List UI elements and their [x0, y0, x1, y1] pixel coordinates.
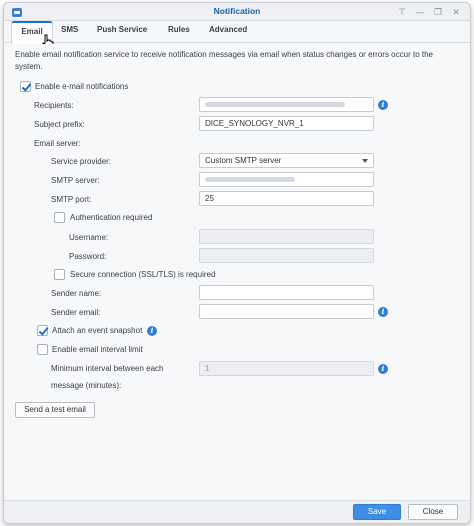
recipients-label: Recipients: [34, 101, 74, 110]
redacted-value [205, 102, 345, 107]
subject-prefix-input[interactable]: DICE_SYNOLOGY_NVR_1 [199, 116, 374, 131]
pin-icon[interactable]: ⊤ [396, 6, 408, 18]
close-icon[interactable]: ✕ [450, 6, 462, 18]
close-button[interactable]: Close [408, 504, 458, 520]
email-server-label: Email server: [34, 139, 81, 148]
username-label: Username: [69, 233, 109, 242]
sender-name-label: Sender name: [51, 289, 102, 298]
tab-advanced[interactable]: Advanced [209, 25, 247, 34]
dialog-footer: Save Close [4, 500, 470, 523]
password-input[interactable] [199, 248, 374, 263]
sender-email-input[interactable] [199, 304, 374, 319]
sender-name-input[interactable] [199, 285, 374, 300]
save-button[interactable]: Save [353, 504, 401, 520]
password-label: Password: [69, 252, 107, 261]
restore-icon[interactable]: ❐ [432, 6, 444, 18]
sender-email-label: Sender email: [51, 308, 101, 317]
interval-limit-checkbox[interactable] [37, 344, 48, 355]
auth-required-label: Authentication required [70, 213, 153, 222]
enable-email-checkbox[interactable] [20, 81, 31, 92]
description-text: Enable email notification service to rec… [15, 50, 433, 71]
min-interval-label-line1: Minimum interval between each [51, 364, 164, 373]
email-settings-panel: Enable email notification service to rec… [4, 44, 470, 502]
smtp-port-input[interactable]: 25 [199, 191, 374, 206]
tab-sms[interactable]: SMS [61, 25, 78, 34]
tab-bar: Email SMS Push Service Rules Advanced [4, 21, 470, 44]
min-interval-info-icon[interactable]: i [378, 364, 388, 374]
min-interval-label-line2: message (minutes): [51, 381, 122, 390]
tab-rules[interactable]: Rules [168, 25, 190, 34]
min-interval-input[interactable]: 1 [199, 361, 374, 376]
username-input[interactable] [199, 229, 374, 244]
notification-window: Notification ⊤ — ❐ ✕ Email SMS Push Serv… [3, 2, 471, 524]
secure-connection-label: Secure connection (SSL/TLS) is required [70, 270, 216, 279]
chevron-down-icon [362, 159, 368, 163]
attach-snapshot-checkbox[interactable] [37, 325, 48, 336]
secure-connection-checkbox[interactable] [54, 269, 65, 280]
title-bar: Notification ⊤ — ❐ ✕ [4, 3, 470, 21]
smtp-server-input[interactable] [199, 172, 374, 187]
smtp-port-label: SMTP port: [51, 195, 92, 204]
snapshot-info-icon[interactable]: i [147, 326, 157, 336]
tab-push-service[interactable]: Push Service [97, 25, 147, 34]
service-provider-value: Custom SMTP server [205, 156, 282, 165]
minimize-icon[interactable]: — [414, 6, 426, 18]
enable-email-label: Enable e-mail notifications [35, 82, 129, 91]
sender-email-info-icon[interactable]: i [378, 307, 388, 317]
service-provider-label: Service provider: [51, 157, 112, 166]
smtp-server-label: SMTP server: [51, 176, 100, 185]
recipients-input[interactable] [199, 97, 374, 112]
auth-required-checkbox[interactable] [54, 212, 65, 223]
recipients-info-icon[interactable]: i [378, 100, 388, 110]
attach-snapshot-label: Attach an event snapshot [52, 326, 143, 335]
send-test-email-button[interactable]: Send a test email [15, 402, 95, 418]
subject-prefix-label: Subject prefix: [34, 120, 85, 129]
redacted-value [205, 177, 295, 182]
interval-limit-label: Enable email interval limit [52, 345, 143, 354]
service-provider-select[interactable]: Custom SMTP server [199, 153, 374, 168]
